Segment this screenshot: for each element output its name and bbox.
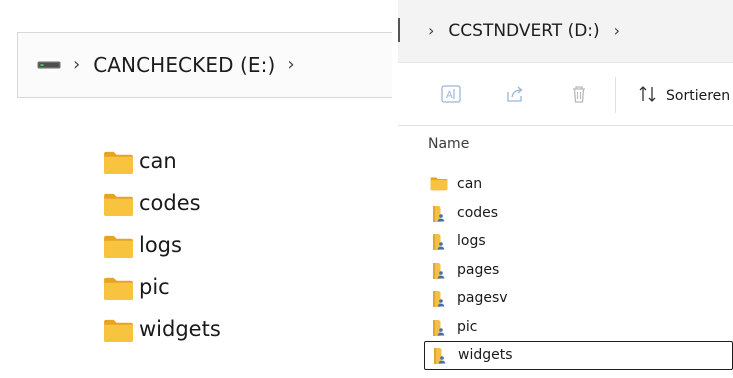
list-item[interactable]: widgets [103, 308, 221, 350]
item-name: pagesv [457, 290, 508, 307]
right-explorer-window: › CCSTNDVERT (D:) › A Sortieren Name can… [398, 0, 733, 378]
item-name: codes [457, 204, 499, 221]
shared-folder-icon [430, 262, 448, 279]
list-item[interactable]: pages [424, 256, 733, 285]
divider [398, 18, 400, 42]
folder-icon [430, 176, 448, 192]
address-bar[interactable]: › CANCHECKED (E:) › [17, 32, 392, 98]
folder-icon [103, 234, 134, 259]
breadcrumb-drive[interactable]: CANCHECKED (E:) [93, 53, 275, 77]
chevron-right-icon[interactable]: › [428, 23, 434, 39]
sort-icon [638, 85, 658, 107]
item-name: pic [457, 318, 478, 335]
folder-icon [103, 318, 134, 343]
folder-icon [103, 192, 134, 217]
list-item[interactable]: pic [424, 313, 733, 342]
drive-icon [37, 58, 61, 72]
shared-folder-icon [430, 319, 448, 336]
list-item[interactable]: logs [424, 227, 733, 256]
breadcrumb-drive[interactable]: CCSTNDVERT (D:) [448, 21, 599, 41]
chevron-right-icon[interactable]: › [73, 56, 80, 74]
sort-button[interactable]: Sortieren [638, 85, 730, 107]
sort-label: Sortieren [666, 88, 731, 104]
file-list: can codes logs pic widgets [103, 140, 221, 350]
list-item[interactable]: logs [103, 224, 221, 266]
shared-folder-icon [430, 290, 448, 308]
list-item[interactable]: can [424, 170, 733, 199]
address-bar[interactable]: › CCSTNDVERT (D:) › [398, 0, 733, 62]
left-explorer-window: › CANCHECKED (E:) › can codes logs pic w… [0, 0, 392, 378]
item-name: can [139, 149, 177, 173]
item-name: widgets [139, 317, 221, 341]
item-name: can [457, 176, 483, 193]
rename-icon[interactable]: A [440, 83, 462, 105]
item-name: logs [139, 233, 182, 257]
folder-icon [103, 150, 134, 175]
folder-icon [103, 276, 134, 301]
list-item[interactable]: pagesv [424, 284, 733, 313]
list-item[interactable]: can [103, 140, 221, 182]
chevron-right-icon[interactable]: › [614, 23, 620, 39]
list-item[interactable]: pic [103, 266, 221, 308]
toolbar-divider [615, 77, 616, 113]
item-name: widgets [458, 347, 513, 364]
item-name: pic [139, 275, 170, 299]
file-list: can codes logs pages pagesv pic widgets [424, 170, 733, 370]
command-bar: A Sortieren [398, 62, 733, 126]
item-name: pages [457, 261, 500, 278]
svg-text:A: A [446, 90, 453, 101]
list-item[interactable]: codes [103, 182, 221, 224]
shared-folder-icon [430, 205, 448, 222]
item-name: codes [139, 191, 201, 215]
list-item[interactable]: widgets [424, 341, 733, 370]
item-name: logs [457, 233, 486, 250]
chevron-right-icon[interactable]: › [287, 56, 294, 74]
delete-icon[interactable] [568, 83, 590, 105]
column-header-name[interactable]: Name [428, 136, 469, 152]
share-icon[interactable] [504, 83, 526, 105]
shared-folder-icon [431, 347, 449, 365]
shared-folder-icon [430, 233, 448, 251]
list-item[interactable]: codes [424, 199, 733, 228]
